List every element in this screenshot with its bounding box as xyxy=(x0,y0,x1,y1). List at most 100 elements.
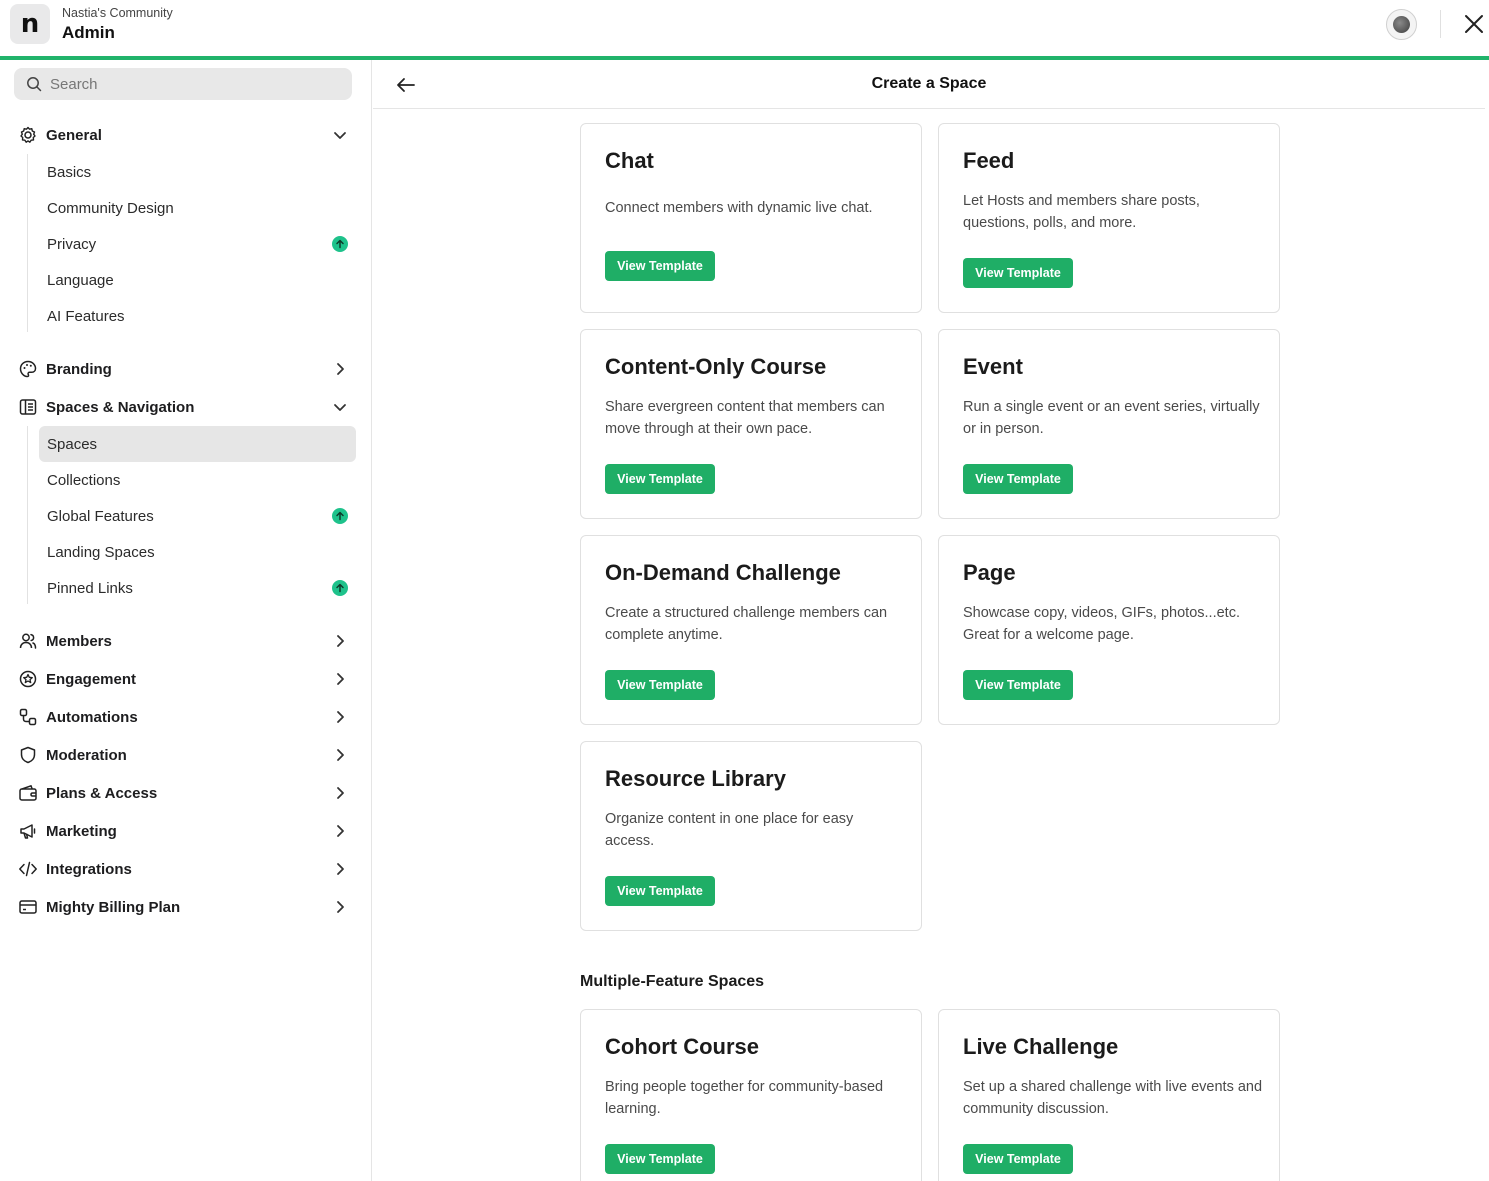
sidebar-item-label: Collections xyxy=(47,471,121,489)
template-card-cohort-course: Cohort Course Bring people together for … xyxy=(580,1009,922,1181)
card-title: Cohort Course xyxy=(605,1034,759,1059)
sidebar-section-label: Integrations xyxy=(46,860,132,878)
page-title: Admin xyxy=(62,23,115,42)
sidebar-item-ai-features[interactable]: AI Features xyxy=(39,298,356,334)
sidebar-section-billing-plan[interactable]: Mighty Billing Plan xyxy=(18,892,352,922)
chevron-right-icon[interactable] xyxy=(332,747,348,763)
upgrade-icon xyxy=(332,236,348,252)
sidebar-section-label: Members xyxy=(46,632,112,650)
template-card-chat: Chat Connect members with dynamic live c… xyxy=(580,123,922,313)
sidebar-section-automations[interactable]: Automations xyxy=(18,702,352,732)
card-description: Showcase copy, videos, GIFs, photos...et… xyxy=(963,605,1240,643)
card-description: Create a structured challenge members ca… xyxy=(605,605,888,643)
sidebar-section-label: Marketing xyxy=(46,822,117,840)
divider xyxy=(1440,10,1441,38)
sidebar-item-privacy[interactable]: Privacy xyxy=(39,226,356,262)
template-card-event: Event Run a single event or an event ser… xyxy=(938,329,1280,519)
sidebar-section-label: Branding xyxy=(46,360,112,378)
view-template-button[interactable]: View Template xyxy=(605,876,715,906)
search-icon xyxy=(27,77,42,92)
template-card-feed: Feed Let Hosts and members share posts, … xyxy=(938,123,1280,313)
sidebar-item-global-features[interactable]: Global Features xyxy=(39,498,356,534)
sidebar-section-moderation[interactable]: Moderation xyxy=(18,740,352,770)
main-title: Create a Space xyxy=(871,75,987,92)
template-card-page: Page Showcase copy, videos, GIFs, photos… xyxy=(938,535,1280,725)
card-title: Feed xyxy=(963,148,1015,173)
view-template-button[interactable]: View Template xyxy=(605,670,715,700)
avatar[interactable] xyxy=(1386,9,1417,40)
sidebar-section-integrations[interactable]: Integrations xyxy=(18,854,352,884)
chevron-right-icon[interactable] xyxy=(332,361,348,377)
card-title: Event xyxy=(963,354,1023,379)
sidebar-item-label: Pinned Links xyxy=(47,579,133,597)
sidebar-section-label: Moderation xyxy=(46,746,127,764)
template-card-on-demand-challenge: On-Demand Challenge Create a structured … xyxy=(580,535,922,725)
sidebar-section-label: Automations xyxy=(46,708,138,726)
card-description: Bring people together for community-base… xyxy=(605,1079,884,1117)
sidebar-item-label: Language xyxy=(47,271,114,289)
sidebar-section-plans-access[interactable]: Plans & Access xyxy=(18,778,352,808)
sidebar-item-language[interactable]: Language xyxy=(39,262,356,298)
card-description: Connect members with dynamic live chat. xyxy=(605,200,873,216)
card-title: Chat xyxy=(605,148,654,173)
chevron-right-icon[interactable] xyxy=(332,823,348,839)
sidebar-item-label: Privacy xyxy=(47,235,97,253)
top-bar: n Nastia's Community Admin xyxy=(0,0,1489,56)
sidebar-item-collections[interactable]: Collections xyxy=(39,462,356,498)
card-title: Page xyxy=(963,560,1016,585)
view-template-button[interactable]: View Template xyxy=(963,1144,1073,1174)
sidebar-item-pinned-links[interactable]: Pinned Links xyxy=(39,570,356,606)
chevron-right-icon[interactable] xyxy=(332,633,348,649)
view-template-button[interactable]: View Template xyxy=(605,251,715,281)
sidebar-item-community-design[interactable]: Community Design xyxy=(39,190,356,226)
chevron-right-icon[interactable] xyxy=(332,861,348,877)
card-description: Run a single event or an event series, v… xyxy=(963,399,1260,437)
main-content: Create a Space Chat Connect members with… xyxy=(373,60,1489,1181)
chevron-right-icon[interactable] xyxy=(332,671,348,687)
community-name: Nastia's Community xyxy=(62,6,173,20)
card-description: Organize content in one place for easy a… xyxy=(605,811,854,849)
chevron-down-icon[interactable] xyxy=(332,399,348,415)
sidebar-section-label: Mighty Billing Plan xyxy=(46,898,181,916)
sidebar-section-label: Engagement xyxy=(46,670,137,688)
view-template-button[interactable]: View Template xyxy=(605,464,715,494)
card-title: Resource Library xyxy=(605,766,786,791)
template-card-resource-library: Resource Library Organize content in one… xyxy=(580,741,922,931)
community-logo[interactable]: n xyxy=(10,4,50,44)
chevron-right-icon[interactable] xyxy=(332,709,348,725)
sidebar-item-label: AI Features xyxy=(47,307,125,325)
view-template-button[interactable]: View Template xyxy=(963,670,1073,700)
wallet-icon xyxy=(19,785,37,801)
view-template-button[interactable]: View Template xyxy=(963,258,1073,288)
sidebar-section-members[interactable]: Members xyxy=(18,626,352,656)
card-title: Live Challenge xyxy=(963,1034,1119,1059)
template-card-content-only-course: Content-Only Course Share evergreen cont… xyxy=(580,329,922,519)
sidebar-item-spaces[interactable]: Spaces xyxy=(39,426,356,462)
view-template-button[interactable]: View Template xyxy=(963,464,1073,494)
sidebar-section-branding[interactable]: Branding xyxy=(18,354,352,384)
sidebar-item-label: Basics xyxy=(47,163,92,181)
sidebar-section-spaces-navigation[interactable]: Spaces & Navigation xyxy=(18,392,352,422)
card-description: Share evergreen content that members can… xyxy=(605,399,885,437)
sidebar-item-basics[interactable]: Basics xyxy=(39,154,356,190)
palette-icon xyxy=(19,360,37,378)
sidebar-item-landing-spaces[interactable]: Landing Spaces xyxy=(39,534,356,570)
sidebar-item-label: Global Features xyxy=(47,507,154,525)
sidebar-section-marketing[interactable]: Marketing xyxy=(18,816,352,846)
card-description: Let Hosts and members share posts, quest… xyxy=(963,193,1200,231)
upgrade-icon xyxy=(332,580,348,596)
sidebar-section-engagement[interactable]: Engagement xyxy=(18,664,352,694)
chevron-down-icon[interactable] xyxy=(332,127,348,143)
chevron-right-icon[interactable] xyxy=(332,899,348,915)
sidebar-section-general[interactable]: General xyxy=(18,120,352,150)
sidebar-section-label: Spaces & Navigation xyxy=(46,398,195,416)
megaphone-icon xyxy=(20,824,36,839)
code-icon xyxy=(19,861,37,877)
search-box[interactable] xyxy=(14,68,352,100)
view-template-button[interactable]: View Template xyxy=(605,1144,715,1174)
submenu-guide-line xyxy=(27,426,28,604)
close-icon[interactable] xyxy=(1462,12,1486,36)
card-description: Set up a shared challenge with live even… xyxy=(963,1079,1263,1117)
search-input[interactable] xyxy=(50,75,340,93)
chevron-right-icon[interactable] xyxy=(332,785,348,801)
